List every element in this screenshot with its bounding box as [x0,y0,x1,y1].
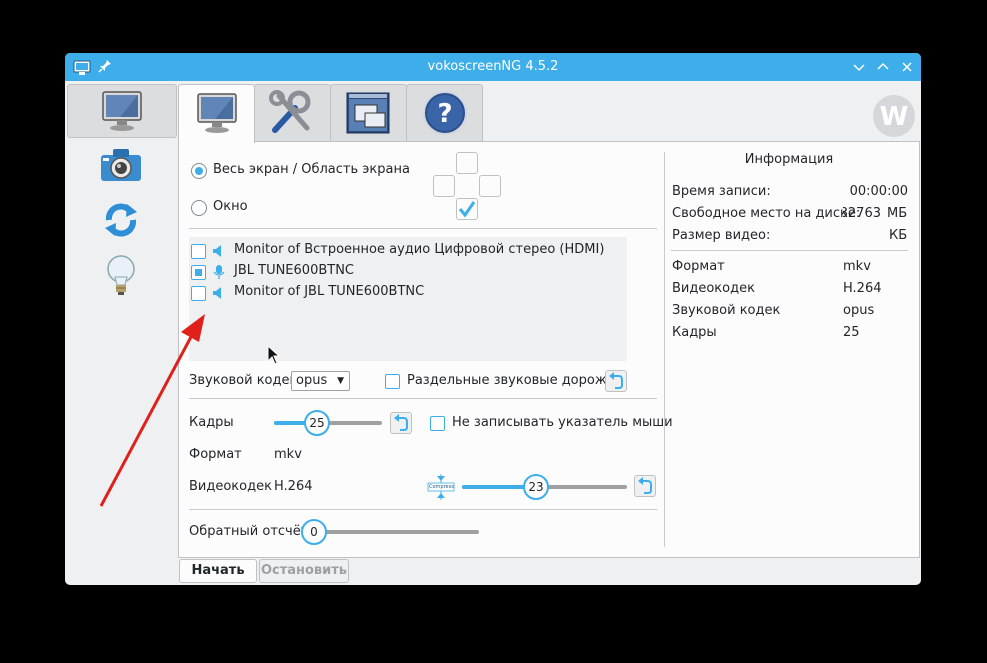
arrow-head [181,314,205,342]
monitor-icon [197,93,237,133]
tab-screen[interactable] [178,84,255,143]
mouse-cursor-icon [267,345,281,365]
arrow-shaft [99,334,194,507]
annotation-arrow [99,314,205,507]
